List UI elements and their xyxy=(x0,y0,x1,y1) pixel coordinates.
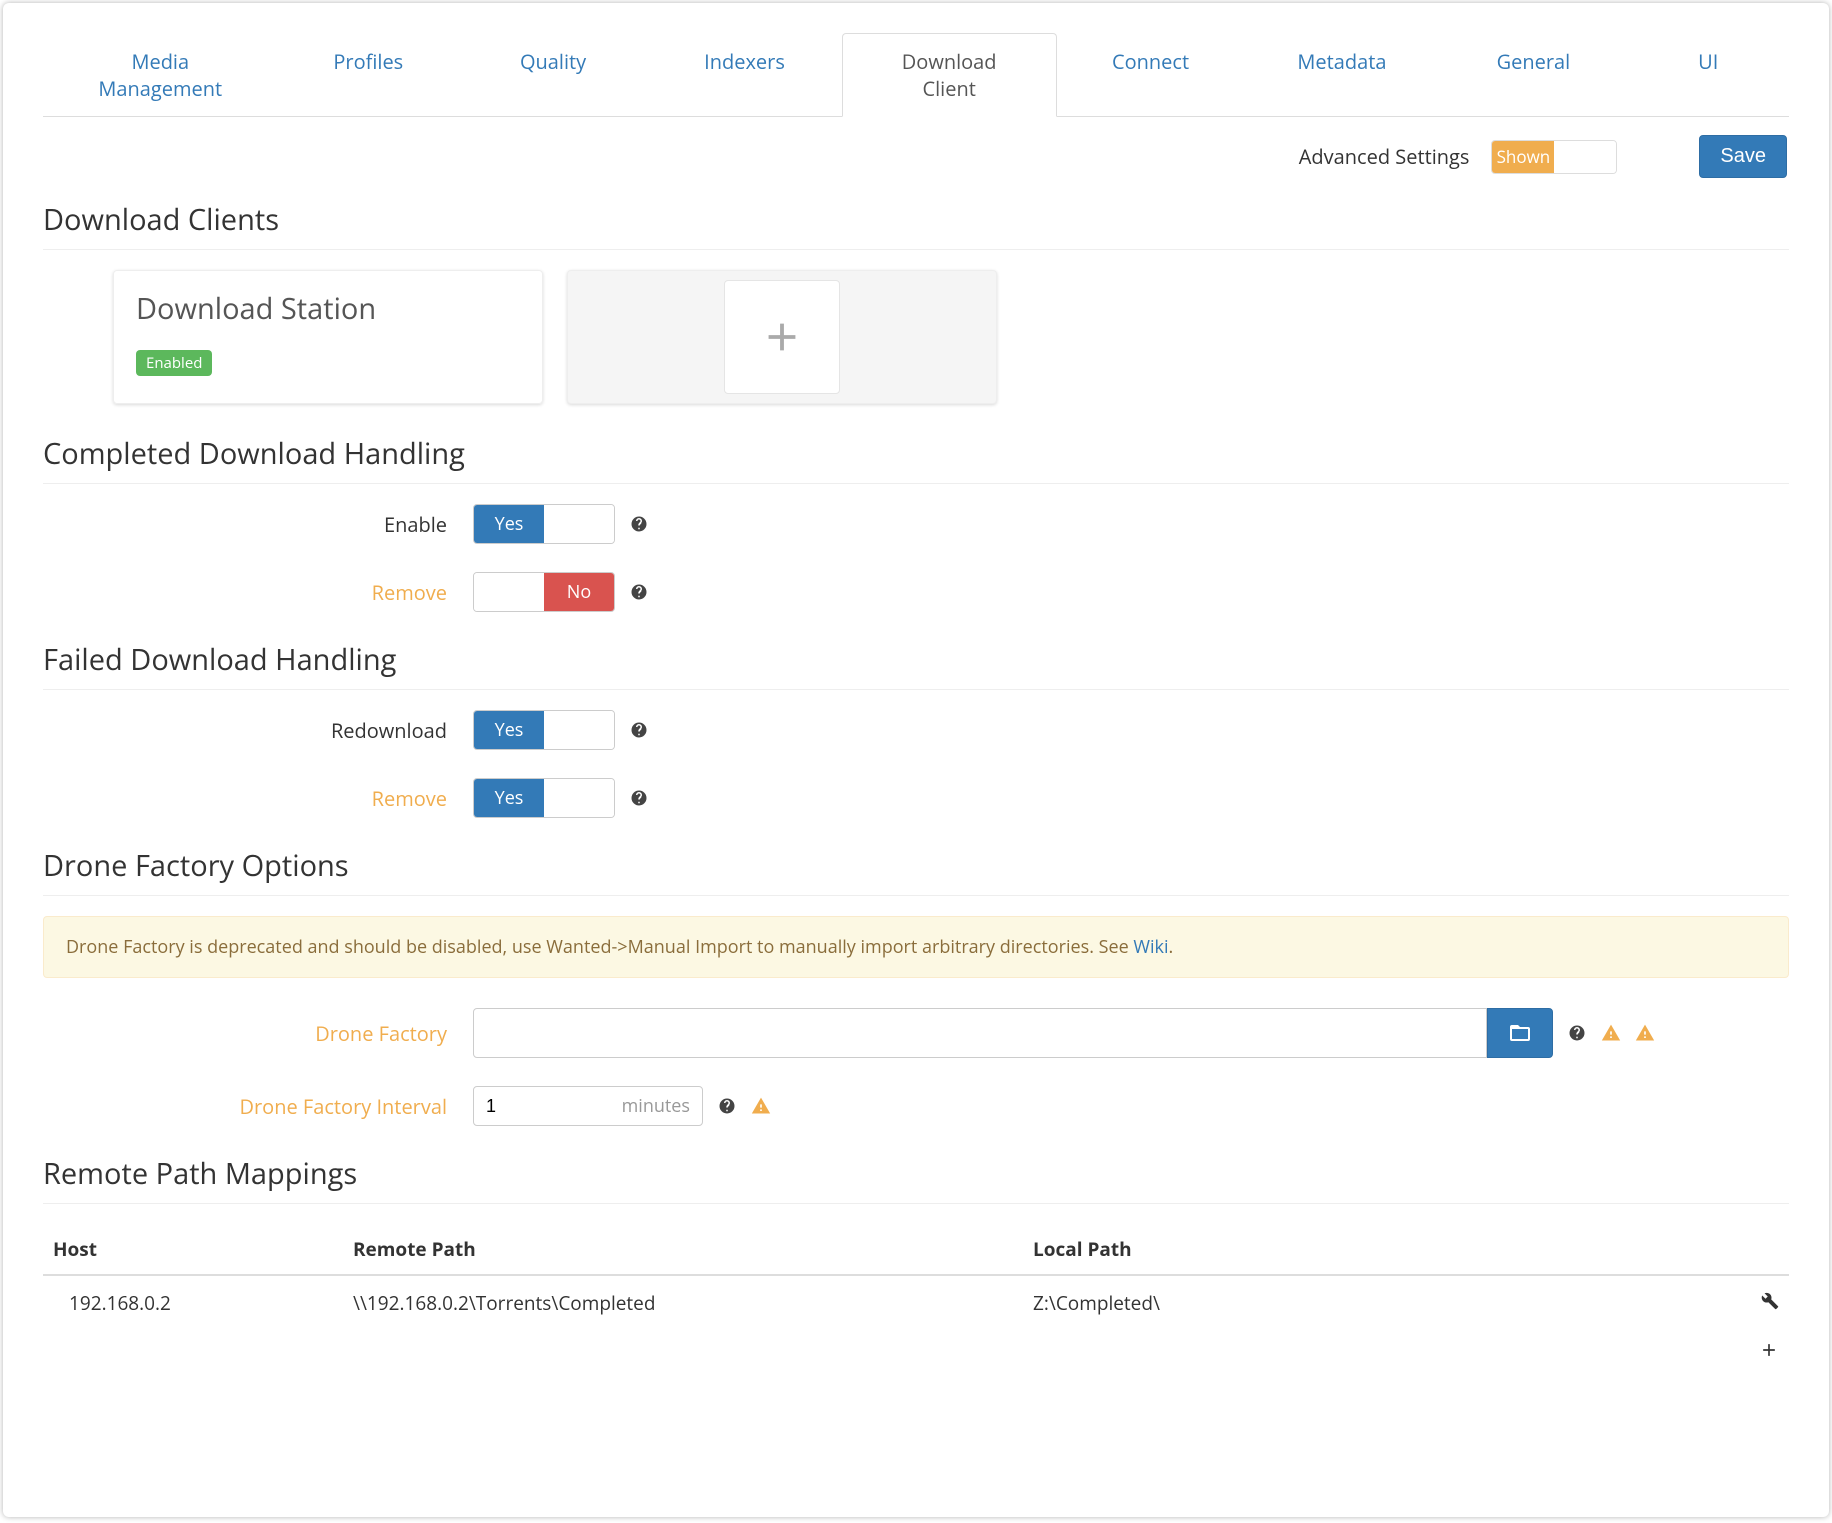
tab-download-client[interactable]: Download Client xyxy=(842,33,1057,117)
plus-icon xyxy=(1759,1340,1779,1360)
completed-remove-toggle[interactable]: No xyxy=(473,572,615,612)
table-row: 192.168.0.2 \\192.168.0.2\Torrents\Compl… xyxy=(43,1275,1789,1330)
settings-tabs: Media Management Profiles Quality Indexe… xyxy=(43,33,1789,117)
cell-host: 192.168.0.2 xyxy=(43,1275,343,1330)
alert-text: Drone Factory is deprecated and should b… xyxy=(66,935,1133,959)
help-icon[interactable] xyxy=(629,582,649,602)
failed-remove-toggle[interactable]: Yes xyxy=(473,778,615,818)
drone-deprecation-alert: Drone Factory is deprecated and should b… xyxy=(43,916,1789,978)
tab-connect[interactable]: Connect xyxy=(1057,33,1245,117)
section-remote-title: Remote Path Mappings xyxy=(43,1154,1789,1204)
add-download-client-button[interactable] xyxy=(567,270,997,404)
help-icon[interactable] xyxy=(629,788,649,808)
interval-unit: minutes xyxy=(622,1094,690,1118)
download-client-card[interactable]: Download Station Enabled xyxy=(113,270,543,404)
tab-metadata[interactable]: Metadata xyxy=(1245,33,1440,117)
warning-icon[interactable] xyxy=(751,1096,771,1116)
enable-no[interactable] xyxy=(544,505,614,543)
help-icon[interactable] xyxy=(717,1096,737,1116)
redownload-toggle[interactable]: Yes xyxy=(473,710,615,750)
help-icon[interactable] xyxy=(629,720,649,740)
section-failed-title: Failed Download Handling xyxy=(43,640,1789,690)
failed-remove-no[interactable] xyxy=(544,779,614,817)
drone-interval-input[interactable] xyxy=(486,1096,546,1117)
advanced-settings-toggle[interactable]: Shown xyxy=(1491,140,1617,174)
failed-remove-yes[interactable]: Yes xyxy=(474,779,544,817)
advanced-hidden[interactable] xyxy=(1554,141,1616,173)
cell-remote-path: \\192.168.0.2\Torrents\Completed xyxy=(343,1275,1023,1330)
enable-toggle[interactable]: Yes xyxy=(473,504,615,544)
tab-general[interactable]: General xyxy=(1439,33,1627,117)
col-actions xyxy=(1729,1224,1789,1275)
browse-folder-button[interactable] xyxy=(1487,1008,1553,1058)
warning-icon[interactable] xyxy=(1635,1023,1655,1043)
save-button[interactable]: Save xyxy=(1699,135,1787,178)
failed-remove-label: Remove xyxy=(43,785,473,812)
redownload-no[interactable] xyxy=(544,711,614,749)
section-completed-title: Completed Download Handling xyxy=(43,434,1789,484)
completed-remove-yes[interactable] xyxy=(474,573,544,611)
help-icon[interactable] xyxy=(1567,1023,1587,1043)
cell-local-path: Z:\Completed\ xyxy=(1023,1275,1729,1330)
enabled-badge: Enabled xyxy=(136,350,212,376)
col-host: Host xyxy=(43,1224,343,1275)
wiki-link[interactable]: Wiki xyxy=(1133,935,1168,959)
redownload-label: Redownload xyxy=(43,717,473,744)
col-remote-path: Remote Path xyxy=(343,1224,1023,1275)
download-client-name: Download Station xyxy=(136,289,520,328)
enable-yes[interactable]: Yes xyxy=(474,505,544,543)
section-drone-title: Drone Factory Options xyxy=(43,846,1789,896)
wrench-icon xyxy=(1761,1292,1779,1310)
remote-path-table: Host Remote Path Local Path 192.168.0.2 … xyxy=(43,1224,1789,1330)
folder-open-icon xyxy=(1508,1021,1532,1045)
help-icon[interactable] xyxy=(629,514,649,534)
tab-indexers[interactable]: Indexers xyxy=(647,33,842,117)
section-download-clients-title: Download Clients xyxy=(43,200,1789,250)
tab-profiles[interactable]: Profiles xyxy=(278,33,459,117)
tab-ui[interactable]: UI xyxy=(1627,33,1789,117)
warning-icon[interactable] xyxy=(1601,1023,1621,1043)
completed-remove-no[interactable]: No xyxy=(544,573,614,611)
tab-quality[interactable]: Quality xyxy=(459,33,647,117)
edit-mapping-button[interactable] xyxy=(1761,1292,1779,1310)
tab-media-management[interactable]: Media Management xyxy=(43,33,278,117)
completed-remove-label: Remove xyxy=(43,579,473,606)
advanced-shown[interactable]: Shown xyxy=(1492,141,1554,173)
enable-label: Enable xyxy=(43,511,473,538)
drone-interval-label: Drone Factory Interval xyxy=(43,1093,473,1120)
drone-factory-label: Drone Factory xyxy=(43,1020,473,1047)
drone-interval-input-wrapper: minutes xyxy=(473,1086,703,1126)
redownload-yes[interactable]: Yes xyxy=(474,711,544,749)
plus-icon xyxy=(759,314,805,360)
alert-suffix: . xyxy=(1169,935,1174,959)
drone-factory-input[interactable] xyxy=(473,1008,1487,1058)
col-local-path: Local Path xyxy=(1023,1224,1729,1275)
advanced-settings-label: Advanced Settings xyxy=(1299,143,1470,170)
add-mapping-button[interactable] xyxy=(1759,1340,1779,1360)
